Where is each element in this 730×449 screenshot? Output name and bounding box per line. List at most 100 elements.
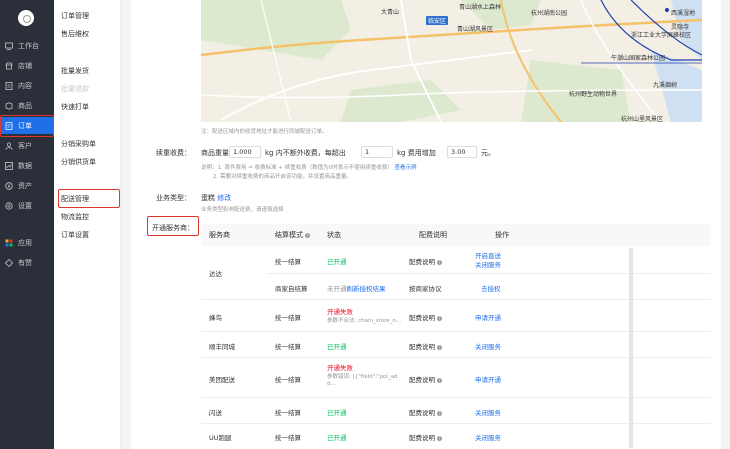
asset-icon bbox=[5, 181, 13, 190]
settle-mode: 统一结算 bbox=[275, 343, 301, 351]
header-mode-text: 结算模式 bbox=[275, 231, 303, 239]
map-label: 西溪湿地 bbox=[671, 10, 696, 17]
map-label: 杭州湖南公园 bbox=[531, 10, 568, 17]
map-label: 青山湖风景区 bbox=[457, 26, 494, 33]
header-provider: 服务商 bbox=[209, 231, 230, 239]
view-example-link[interactable]: 查看示例 bbox=[394, 165, 416, 171]
sidebar-item-label: 有赞 bbox=[18, 258, 32, 267]
close-service-button[interactable]: 关闭服务 bbox=[475, 407, 501, 417]
sidebar-item-label: 应用 bbox=[18, 238, 32, 247]
settle-mode: 统一结算 bbox=[275, 409, 301, 417]
business-type-text: 蛋糕 bbox=[201, 194, 215, 202]
business-type-value: 蛋糕 修改 bbox=[201, 193, 231, 203]
header-status: 状态 bbox=[327, 231, 341, 239]
settings-card: 青山湖水上森林 大青山 杭州湖南公园 临安区 青山湖风景区 浙江工业大学屏峰校区… bbox=[131, 0, 721, 449]
sidebar-item-customer[interactable]: 客户 bbox=[0, 137, 54, 154]
table-row: UU跑腿 统一结算 已开通 配费说明? 关闭服务 bbox=[201, 424, 711, 449]
sidebar-item-workbench[interactable]: 工作台 bbox=[0, 37, 54, 54]
table-scrollbar[interactable] bbox=[629, 248, 633, 448]
help-icon[interactable]: ? bbox=[437, 377, 442, 383]
status-detail: 参数错误: [{"field":"poi_ad bbox=[327, 374, 398, 380]
subnav-order-settings[interactable]: 订单设置 bbox=[61, 230, 89, 240]
sidebar-item-data[interactable]: 数据 bbox=[0, 157, 54, 174]
map-label: 浙江工业大学屏峰校区 bbox=[631, 32, 692, 39]
status-badge: 开通失败 bbox=[327, 364, 353, 372]
status-badge: 已开通 bbox=[327, 409, 347, 417]
weight-step-kg-input[interactable]: 1 bbox=[361, 146, 393, 158]
sidebar-item-shop[interactable]: 店铺 bbox=[0, 57, 54, 74]
header-action: 操作 bbox=[495, 231, 509, 239]
provider-name: UU跑腿 bbox=[209, 434, 232, 442]
refresh-auth-link[interactable]: 刷新授权结果 bbox=[347, 285, 386, 293]
help-icon[interactable]: ? bbox=[437, 315, 442, 321]
subnav-logistics-monitor[interactable]: 物流监控 bbox=[61, 212, 89, 222]
provider-name: 达达 bbox=[209, 270, 222, 278]
subnav-batch-ship[interactable]: 批量发货 bbox=[61, 66, 89, 76]
subnav-after-sale[interactable]: 售后维权 bbox=[61, 29, 89, 39]
sidebar-item-asset[interactable]: 资产 bbox=[0, 177, 54, 194]
status-detail: d... bbox=[327, 381, 336, 387]
settle-mode: 统一结算 bbox=[275, 258, 301, 266]
sidebar-item-label: 数据 bbox=[18, 161, 32, 170]
weight-fee-input[interactable]: 3.00 bbox=[447, 146, 477, 158]
sidebar-item-content[interactable]: 内容 bbox=[0, 77, 54, 94]
map-note: 注：配送区域内的收货地址才能进行同城配送订单。 bbox=[201, 129, 328, 135]
settle-mode: 统一结算 bbox=[275, 376, 301, 384]
map-label: 大青山 bbox=[381, 9, 400, 16]
highlight-box bbox=[147, 216, 199, 236]
sidebar-item-youzan[interactable]: 有赞 bbox=[0, 254, 54, 271]
status-badge: 已开通 bbox=[327, 343, 347, 351]
subnav-delivery-manage[interactable]: 配送管理 bbox=[58, 189, 120, 208]
close-service-button[interactable]: 关闭服务 bbox=[475, 259, 501, 269]
close-service-button[interactable]: 关闭服务 bbox=[475, 341, 501, 351]
subnav-order-manage[interactable]: 订单管理 bbox=[61, 11, 89, 21]
content-icon bbox=[5, 81, 13, 90]
subnav-quick-print[interactable]: 快速打单 bbox=[61, 102, 89, 112]
map-label: 灵隐寺 bbox=[671, 24, 690, 31]
fee-desc: 配费说明? bbox=[409, 341, 442, 351]
weight-mid-text: kg 内不额外收费，每超出 bbox=[265, 149, 346, 157]
status-badge: 开通失败 bbox=[327, 308, 353, 316]
delivery-area-map[interactable]: 青山湖水上森林 大青山 杭州湖南公园 临安区 青山湖风景区 浙江工业大学屏峰校区… bbox=[201, 0, 702, 122]
sidebar-item-label: 客户 bbox=[18, 141, 32, 150]
fee-desc-text: 配费说明 bbox=[409, 343, 435, 351]
help-icon[interactable]: ? bbox=[437, 344, 442, 350]
sidebar-item-label: 店铺 bbox=[18, 61, 32, 70]
sidebar-item-settings[interactable]: 设置 bbox=[0, 197, 54, 214]
map-label: 杭州山里风景区 bbox=[621, 116, 664, 122]
map-label: 九溪烟树 bbox=[653, 82, 678, 89]
close-service-button[interactable]: 关闭服务 bbox=[475, 432, 501, 442]
sidebar-item-goods[interactable]: 商品 bbox=[0, 97, 54, 114]
store-logo[interactable] bbox=[18, 10, 34, 26]
table-row: 美团配送 统一结算 开通失败 参数错误: [{"field":"poi_ad d… bbox=[201, 358, 711, 398]
table-row: 闪送 统一结算 已开通 配费说明? 关闭服务 bbox=[201, 398, 711, 424]
help-icon[interactable]: ? bbox=[437, 259, 442, 265]
sidebar-item-label: 商品 bbox=[18, 101, 32, 110]
gear-icon bbox=[5, 201, 13, 210]
apply-open-button[interactable]: 申请开通 bbox=[475, 374, 501, 384]
map-label: 青山湖水上森林 bbox=[459, 4, 502, 11]
subnav-dist-purchase[interactable]: 分销采购单 bbox=[61, 139, 96, 149]
apply-open-button[interactable]: 申请开通 bbox=[475, 312, 501, 322]
help-icon[interactable]: ? bbox=[437, 435, 442, 441]
status-badge: 未开通刷新授权结果 bbox=[327, 283, 386, 293]
business-edit-link[interactable]: 修改 bbox=[217, 194, 231, 202]
fee-desc: 配费说明? bbox=[409, 256, 442, 266]
app: 工作台 店铺 内容 商品 订单 客户 数据 资产 设置 应用 有赞 订单管理 售… bbox=[0, 0, 730, 449]
authorize-button[interactable]: 去授权 bbox=[481, 283, 501, 293]
subnav-dist-supply[interactable]: 分销供货单 bbox=[61, 157, 96, 167]
sidebar-item-label: 资产 bbox=[18, 181, 32, 190]
header-mode: 结算模式? bbox=[275, 224, 310, 246]
sidebar-item-apps[interactable]: 应用 bbox=[0, 234, 54, 251]
subnav-batch-refund[interactable]: 批量退款 bbox=[61, 84, 89, 94]
chart-icon bbox=[5, 161, 13, 170]
sidebar-item-order[interactable]: 订单 bbox=[0, 115, 54, 137]
help-icon[interactable]: ? bbox=[305, 232, 310, 238]
shop-icon bbox=[5, 62, 13, 70]
map-label: 杭州野生动物世界 bbox=[569, 91, 618, 98]
fee-desc: 配费说明? bbox=[409, 432, 442, 442]
weight-note-1: 说明：1. 首件费用 = 收费标准 + 续重收费（数值为0时表示不使用续重收费）… bbox=[201, 163, 416, 171]
help-icon[interactable]: ? bbox=[437, 410, 442, 416]
weight-free-kg-input[interactable]: 1.000 bbox=[229, 146, 261, 158]
fee-desc-text: 配费说明 bbox=[409, 314, 435, 322]
